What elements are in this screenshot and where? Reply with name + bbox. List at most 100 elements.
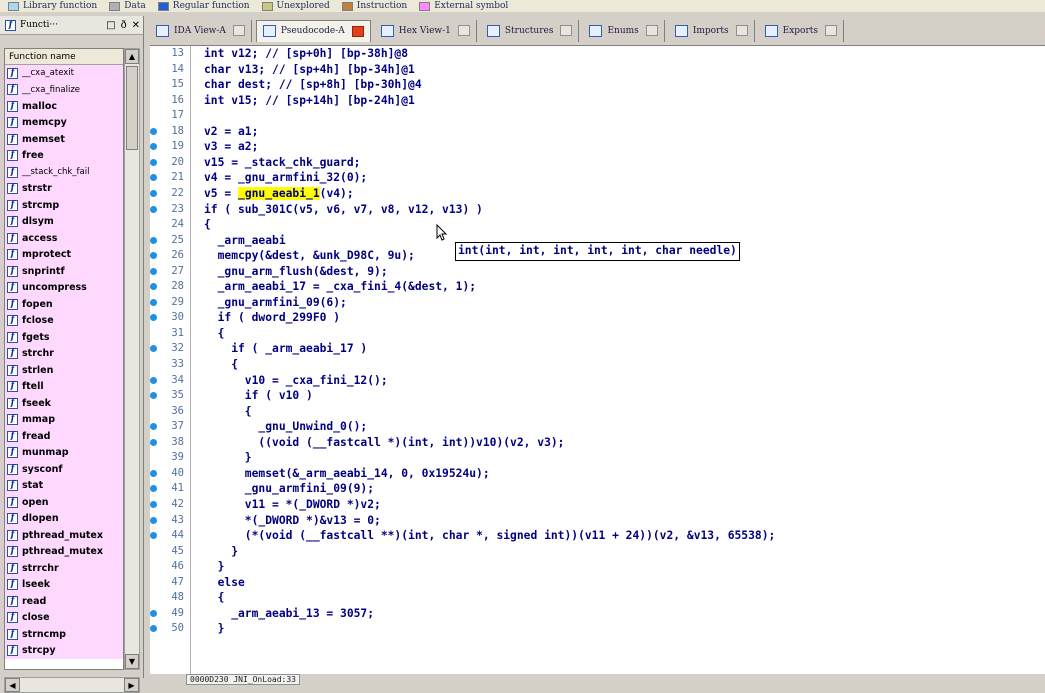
function-list-item[interactable]: f mmap [5, 411, 123, 428]
breakpoint-dot-icon[interactable] [150, 376, 157, 384]
function-list-item[interactable]: f sysconf [5, 461, 123, 478]
function-list-item[interactable]: f free [5, 147, 123, 164]
function-list-item[interactable]: f __cxa_atexit [5, 65, 123, 82]
code-line[interactable]: 15 char dest; // [sp+8h] [bp-30h]@4 [150, 77, 1045, 92]
code-line[interactable]: 47 else [150, 575, 1045, 590]
breakpoint-dot-icon[interactable] [150, 205, 157, 213]
function-list-item[interactable]: f fclose [5, 312, 123, 329]
function-list-item[interactable]: f uncompress [5, 279, 123, 296]
function-list-item[interactable]: f strcmp [5, 197, 123, 214]
breakpoint-dot-icon[interactable] [150, 174, 157, 182]
breakpoint-dot-icon[interactable] [150, 423, 157, 431]
breakpoint-dot-icon[interactable] [150, 500, 157, 508]
code-line[interactable]: 24 { [150, 217, 1045, 232]
code-line[interactable]: 28 _arm_aeabi_17 = _cxa_fini_4(&dest, 1)… [150, 279, 1045, 294]
scroll-down-arrow-icon[interactable]: ▼ [125, 654, 139, 669]
function-list-item[interactable]: f fopen [5, 296, 123, 313]
function-list-item[interactable]: f __stack_chk_fail [5, 164, 123, 181]
code-line[interactable]: 41 _gnu_armfini_09(9); [150, 481, 1045, 496]
code-line[interactable]: 20 v15 = _stack_chk_guard; [150, 155, 1045, 170]
code-line[interactable]: 38 ((void (__fastcall *)(int, int))v10)(… [150, 435, 1045, 450]
function-list[interactable]: Function name f __cxa_atexit f __cxa_finali… [4, 48, 124, 670]
tab-close-icon[interactable] [825, 25, 837, 36]
scroll-up-arrow-icon[interactable]: ▲ [125, 49, 139, 64]
tab-close-icon[interactable] [232, 25, 245, 36]
code-line[interactable]: 45 } [150, 544, 1045, 559]
code-line[interactable]: 37 _gnu_Unwind_0(); [150, 419, 1045, 434]
breakpoint-dot-icon[interactable] [150, 625, 157, 633]
function-list-item[interactable]: f ftell [5, 378, 123, 395]
breakpoint-dot-icon[interactable] [150, 189, 157, 197]
code-line[interactable]: 19 v3 = a2; [150, 139, 1045, 154]
code-line[interactable]: 49 _arm_aeabi_13 = 3057; [150, 606, 1045, 621]
tab-close-icon[interactable] [351, 25, 364, 37]
code-line[interactable]: 13 int v12; // [sp+0h] [bp-38h]@8 [150, 46, 1045, 61]
function-list-horizontal-scrollbar[interactable]: ◀ ▶ [4, 677, 140, 693]
function-list-item[interactable]: f snprintf [5, 263, 123, 280]
float-icon[interactable]: ð [121, 20, 127, 31]
breakpoint-dot-icon[interactable] [150, 485, 157, 493]
code-line[interactable]: 31 { [150, 326, 1045, 341]
code-line[interactable]: 44 (*(void (__fastcall **)(int, char *, … [150, 528, 1045, 543]
function-list-item[interactable]: f strncmp [5, 626, 123, 643]
tab-close-icon[interactable] [560, 25, 573, 36]
function-list-item[interactable]: f mprotect [5, 246, 123, 263]
breakpoint-dot-icon[interactable] [150, 267, 157, 275]
function-list-item[interactable]: f close [5, 609, 123, 626]
function-list-item[interactable]: f strchr [5, 345, 123, 362]
breakpoint-dot-icon[interactable] [150, 532, 157, 540]
code-line[interactable]: 40 memset(&_arm_aeabi_14, 0, 0x19524u); [150, 466, 1045, 481]
function-list-item[interactable]: f fseek [5, 395, 123, 412]
code-line[interactable]: 32 if ( _arm_aeabi_17 ) [150, 341, 1045, 356]
function-list-item[interactable]: f pthread_mutex [5, 543, 123, 560]
function-list-item[interactable]: f strcpy [5, 642, 123, 659]
tab-exports[interactable]: Exports [759, 19, 844, 42]
function-list-item[interactable]: f memset [5, 131, 123, 148]
tab-ida-view-a[interactable]: IDA View-A [150, 19, 252, 42]
function-list-item[interactable]: f lseek [5, 576, 123, 593]
function-list-item[interactable]: f memcpy [5, 114, 123, 131]
breakpoint-dot-icon[interactable] [150, 158, 157, 166]
function-list-item[interactable]: f __cxa_finalize [5, 81, 123, 98]
code-line[interactable]: 39 } [150, 450, 1045, 465]
tab-hex-view-1[interactable]: Hex View-1 [375, 19, 477, 42]
pseudocode-view[interactable]: 13 int v12; // [sp+0h] [bp-38h]@8 14 char v… [150, 46, 1045, 674]
tab-structures[interactable]: Structures [481, 19, 580, 42]
function-list-item[interactable]: f access [5, 230, 123, 247]
code-line[interactable]: 30 if ( dword_299F0 ) [150, 310, 1045, 325]
function-list-item[interactable]: f open [5, 494, 123, 511]
function-list-item[interactable]: f dlsym [5, 213, 123, 230]
code-line[interactable]: 18 v2 = a1; [150, 124, 1045, 139]
function-list-item[interactable]: f stat [5, 477, 123, 494]
code-line[interactable]: 48 { [150, 590, 1045, 605]
tab-imports[interactable]: Imports [669, 19, 755, 42]
code-line[interactable]: 35 if ( v10 ) [150, 388, 1045, 403]
breakpoint-dot-icon[interactable] [150, 298, 157, 306]
code-line[interactable]: 34 v10 = _cxa_fini_12(); [150, 373, 1045, 388]
code-line[interactable]: 16 int v15; // [sp+14h] [bp-24h]@1 [150, 93, 1045, 108]
scroll-left-arrow-icon[interactable]: ◀ [5, 678, 20, 692]
function-list-item[interactable]: f dlopen [5, 510, 123, 527]
function-list-item[interactable]: f fgets [5, 329, 123, 346]
code-line[interactable]: 22 v5 = _gnu_aeabi_1(v4); [150, 186, 1045, 201]
tab-close-icon[interactable] [735, 25, 748, 36]
function-list-item[interactable]: f strrchr [5, 560, 123, 577]
breakpoint-dot-icon[interactable] [150, 516, 157, 524]
close-icon[interactable]: ✕ [132, 20, 140, 31]
code-line[interactable]: 43 *(_DWORD *)&v13 = 0; [150, 513, 1045, 528]
code-line[interactable]: 29 _gnu_armfini_09(6); [150, 295, 1045, 310]
function-list-item[interactable]: f strlen [5, 362, 123, 379]
breakpoint-dot-icon[interactable] [150, 438, 157, 446]
breakpoint-dot-icon[interactable] [150, 469, 157, 477]
code-line[interactable]: 33 { [150, 357, 1045, 372]
function-list-item[interactable]: f read [5, 593, 123, 610]
breakpoint-dot-icon[interactable] [150, 143, 157, 151]
code-line[interactable]: 46 } [150, 559, 1045, 574]
function-list-vertical-scrollbar[interactable]: ▲ ▼ [124, 48, 140, 670]
tab-enums[interactable]: Enums [583, 19, 665, 42]
scroll-right-arrow-icon[interactable]: ▶ [124, 678, 139, 692]
selected-identifier[interactable]: _gnu_aeabi_1 [238, 186, 320, 200]
breakpoint-dot-icon[interactable] [150, 314, 157, 322]
breakpoint-dot-icon[interactable] [150, 252, 157, 260]
restore-icon[interactable]: □ [106, 20, 115, 31]
